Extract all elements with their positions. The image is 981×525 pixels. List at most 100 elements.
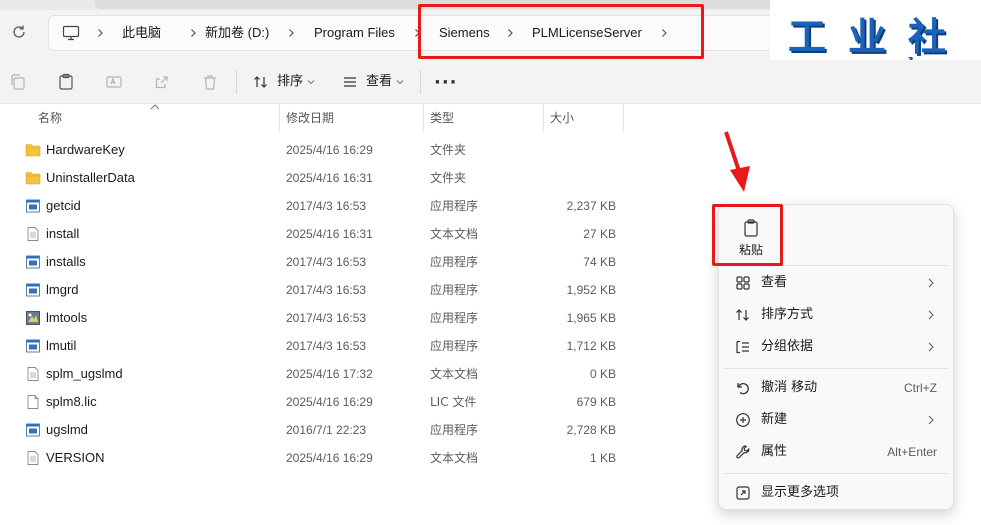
file-date: 2017/4/3 16:53 xyxy=(286,311,367,325)
delete-icon[interactable] xyxy=(201,73,219,91)
file-name: HardwareKey xyxy=(46,142,125,157)
file-type: 应用程序 xyxy=(430,199,479,213)
table-row[interactable]: splm_ugslmd 2025/4/16 17:32 文本文档 0 KB xyxy=(20,360,620,388)
chevron-right-icon xyxy=(928,342,934,352)
file-date: 2017/4/3 16:53 xyxy=(286,199,367,213)
file-name: install xyxy=(46,226,80,241)
file-type: 文本文档 xyxy=(430,451,479,465)
breadcrumb-plmlicenseserver[interactable]: PLMLicenseServer xyxy=(532,16,642,50)
menu-item-label: 新建 xyxy=(761,412,788,427)
text-file-icon xyxy=(25,226,41,242)
menu-item-label: 显示更多选项 xyxy=(761,485,840,500)
table-row[interactable]: UninstallerData 2025/4/16 16:31 文件夹 xyxy=(20,164,620,192)
sort-ascending-icon xyxy=(150,104,160,110)
share-icon[interactable] xyxy=(153,73,171,91)
menu-item-properties[interactable]: 属性 Alt+Enter xyxy=(723,437,949,467)
column-header-type[interactable]: 类型 xyxy=(430,104,454,132)
sort-icon xyxy=(736,309,749,321)
menu-separator xyxy=(723,265,949,266)
breadcrumb-this-pc[interactable]: 此电脑 xyxy=(122,16,161,50)
menu-item-label: 排序方式 xyxy=(761,307,814,322)
table-row[interactable]: HardwareKey 2025/4/16 16:29 文件夹 xyxy=(20,136,620,164)
menu-item-view[interactable]: 查看 xyxy=(723,268,949,298)
file-date: 2025/4/16 16:29 xyxy=(286,143,373,157)
chevron-right-icon[interactable] xyxy=(658,27,670,39)
application-icon xyxy=(25,254,41,270)
table-row[interactable]: ugslmd 2016/7/1 22:23 应用程序 2,728 KB xyxy=(20,416,620,444)
file-type: 应用程序 xyxy=(430,283,479,297)
column-divider[interactable] xyxy=(543,104,544,132)
file-name: ugslmd xyxy=(46,422,88,437)
menu-item-group-by[interactable]: 分组依据 xyxy=(723,332,949,362)
column-header-size[interactable]: 大小 xyxy=(550,104,574,132)
menu-item-label: 属性 xyxy=(761,444,788,459)
column-header-name[interactable]: 名称 xyxy=(38,104,62,132)
sort-button[interactable]: 排序 xyxy=(253,71,319,93)
menu-separator xyxy=(723,368,949,369)
text-file-icon xyxy=(25,450,41,466)
menu-item-sort-by[interactable]: 排序方式 xyxy=(723,300,949,330)
file-size: 1,712 KB xyxy=(566,339,616,353)
breadcrumb-program-files[interactable]: Program Files xyxy=(314,16,395,50)
file-type: 应用程序 xyxy=(430,423,479,437)
sort-label: 排序 xyxy=(277,74,304,89)
menu-item-label: 查看 xyxy=(761,275,788,290)
chevron-down-icon xyxy=(396,80,404,85)
file-type: 应用程序 xyxy=(430,255,479,269)
table-row[interactable]: installs 2017/4/3 16:53 应用程序 74 KB xyxy=(20,248,620,276)
chevron-right-icon xyxy=(98,29,103,37)
menu-item-undo-move[interactable]: 撤消 移动 Ctrl+Z xyxy=(723,373,949,403)
shortcut-label: Ctrl+Z xyxy=(904,381,937,395)
table-row[interactable]: lmtools 2017/4/3 16:53 应用程序 1,965 KB xyxy=(20,304,620,332)
file-size: 2,237 KB xyxy=(566,199,616,213)
refresh-icon[interactable] xyxy=(10,23,28,41)
column-divider[interactable] xyxy=(279,104,280,132)
file-type: 文件夹 xyxy=(430,143,467,157)
column-divider[interactable] xyxy=(423,104,424,132)
file-size: 2,728 KB xyxy=(566,423,616,437)
file-name: VERSION xyxy=(46,450,105,465)
chevron-right-icon xyxy=(928,415,934,425)
file-size: 0 KB xyxy=(589,367,616,381)
more-options-button[interactable]: ··· xyxy=(434,72,458,93)
table-row[interactable]: install 2025/4/16 16:31 文本文档 27 KB xyxy=(20,220,620,248)
paste-menu-button[interactable]: 粘贴 xyxy=(729,213,773,263)
chevron-right-icon xyxy=(191,29,196,37)
annotation-arrow xyxy=(724,131,750,192)
file-date: 2025/4/16 16:29 xyxy=(286,451,373,465)
file-date: 2017/4/3 16:53 xyxy=(286,339,367,353)
file-type: 应用程序 xyxy=(430,339,479,353)
menu-item-show-more-options[interactable]: 显示更多选项 xyxy=(723,478,949,508)
file-name: installs xyxy=(46,254,86,269)
folder-icon xyxy=(25,142,41,158)
file-name: getcid xyxy=(46,198,81,213)
breadcrumb-siemens[interactable]: Siemens xyxy=(439,16,490,50)
sort-icon xyxy=(254,76,267,88)
paste-icon[interactable] xyxy=(57,73,75,91)
undo-icon xyxy=(737,383,749,395)
file-date: 2025/4/16 16:31 xyxy=(286,227,373,241)
command-bar: 排序 查看 ··· xyxy=(0,60,981,104)
file-name: UninstallerData xyxy=(46,170,135,185)
file-name: lmgrd xyxy=(46,282,79,297)
address-bar[interactable]: 此电脑 新加卷 (D:) Program Files Siemens PLMLi… xyxy=(48,15,776,51)
rename-icon[interactable] xyxy=(105,73,123,91)
chevron-right-icon xyxy=(289,29,294,37)
copy-icon[interactable] xyxy=(9,73,27,91)
table-row[interactable]: lmutil 2017/4/3 16:53 应用程序 1,712 KB xyxy=(20,332,620,360)
table-row[interactable]: splm8.lic 2025/4/16 16:29 LIC 文件 679 KB xyxy=(20,388,620,416)
column-header-date[interactable]: 修改日期 xyxy=(286,104,334,132)
blank-file-icon xyxy=(25,394,41,410)
table-row[interactable]: getcid 2017/4/3 16:53 应用程序 2,237 KB xyxy=(20,192,620,220)
breadcrumb-drive-d[interactable]: 新加卷 (D:) xyxy=(205,16,269,50)
view-button[interactable]: 查看 xyxy=(342,71,408,93)
menu-item-new[interactable]: 新建 xyxy=(723,405,949,435)
computer-icon xyxy=(62,25,80,41)
shortcut-label: Alt+Enter xyxy=(887,445,937,459)
view-label: 查看 xyxy=(366,74,393,89)
file-size: 1 KB xyxy=(589,451,616,465)
table-row[interactable]: VERSION 2025/4/16 16:29 文本文档 1 KB xyxy=(20,444,620,472)
table-row[interactable]: lmgrd 2017/4/3 16:53 应用程序 1,952 KB xyxy=(20,276,620,304)
column-divider[interactable] xyxy=(623,104,624,132)
file-name: splm_ugslmd xyxy=(46,366,123,381)
